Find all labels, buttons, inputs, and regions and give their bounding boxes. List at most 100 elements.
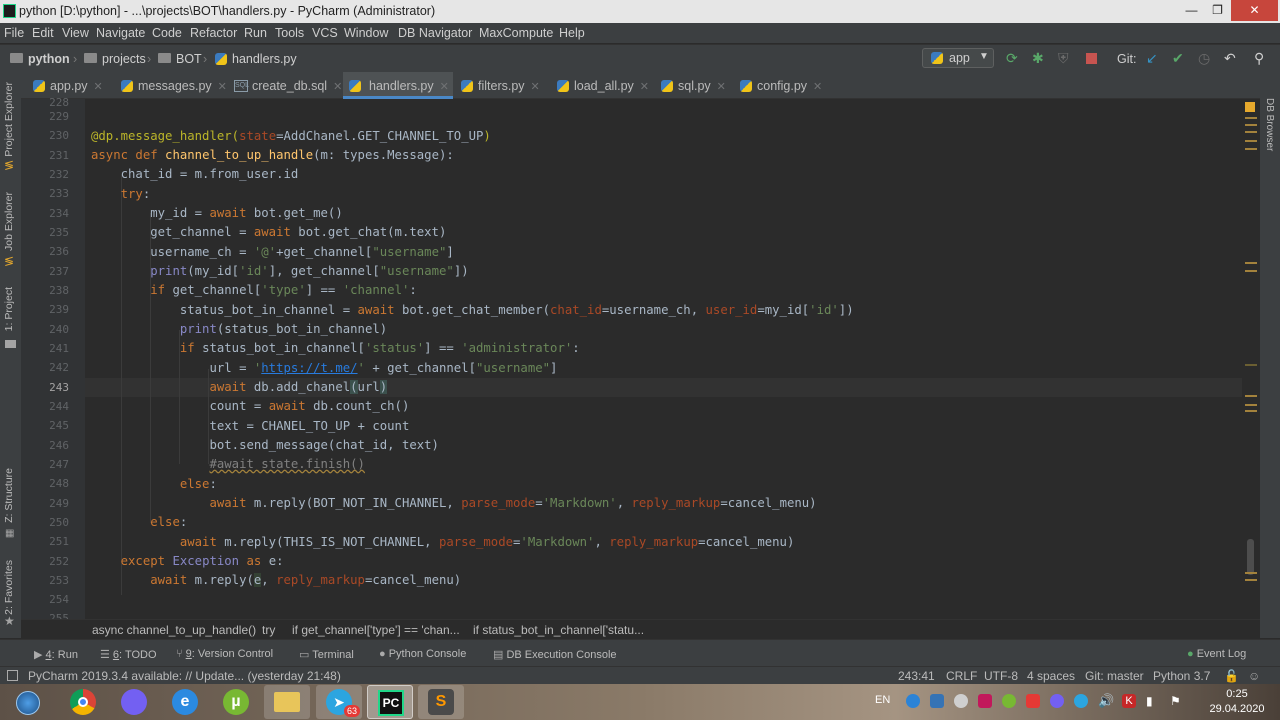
error-stripe-marker[interactable]	[1245, 579, 1257, 581]
network-icon[interactable]: ▮	[1146, 694, 1160, 708]
tool-favorites[interactable]: 2: Favorites	[3, 560, 15, 615]
menu-tools[interactable]: Tools	[275, 26, 304, 40]
tool-job-explorer[interactable]: Job Explorer	[3, 192, 15, 251]
pycharm-taskbar-icon[interactable]: PC	[367, 685, 413, 719]
tool-version-control[interactable]: ⑂ 9: Version Control	[176, 648, 273, 660]
tray-app-icon[interactable]	[930, 694, 944, 708]
scroll-thumb[interactable]	[1247, 539, 1254, 575]
close-icon[interactable]: ✕	[717, 81, 726, 93]
error-stripe-marker[interactable]	[1245, 572, 1257, 574]
sublime-taskbar-icon[interactable]: S	[418, 685, 464, 719]
breadcrumb-handlers-file[interactable]: handlers.py	[232, 52, 297, 66]
tab-config-py[interactable]: config.py ✕	[736, 72, 836, 99]
tab-create-db-sql[interactable]: SQL create_db.sql ✕	[231, 72, 349, 99]
menu-view[interactable]: View	[62, 26, 89, 40]
tool-run[interactable]: ▶ 4: Run	[34, 648, 78, 661]
close-icon[interactable]: ✕	[94, 81, 103, 93]
code-crumb-try[interactable]: try	[262, 623, 275, 637]
python-interpreter[interactable]: Python 3.7	[1153, 669, 1210, 683]
file-encoding[interactable]: UTF-8	[984, 669, 1018, 683]
git-history-icon[interactable]: ◷	[1198, 50, 1210, 66]
tab-app-py[interactable]: app.py ✕	[29, 72, 123, 99]
error-stripe-marker[interactable]	[1245, 131, 1257, 133]
error-stripe-marker[interactable]	[1245, 395, 1257, 397]
menu-edit[interactable]: Edit	[32, 26, 54, 40]
close-icon[interactable]: ✕	[531, 81, 540, 93]
error-stripe-marker[interactable]	[1245, 404, 1257, 406]
tool-python-console[interactable]: ● Python Console	[379, 648, 466, 660]
tab-handlers-py[interactable]: handlers.py ✕	[343, 72, 453, 99]
hide-tool-windows-icon[interactable]	[7, 670, 18, 681]
tool-project[interactable]: 1: Project	[3, 287, 15, 331]
menu-refactor[interactable]: Refactor	[190, 26, 237, 40]
code-crumb-if-status[interactable]: if status_bot_in_channel['statu...	[473, 623, 644, 637]
breadcrumb-projects[interactable]: projects	[102, 52, 146, 66]
git-rollback-icon[interactable]: ↶	[1224, 50, 1236, 66]
menu-window[interactable]: Window	[344, 26, 388, 40]
error-stripe-marker[interactable]	[1245, 364, 1257, 366]
tray-viber-icon[interactable]	[1050, 694, 1064, 708]
tray-antivirus-icon[interactable]: K	[1122, 694, 1136, 708]
line-separator[interactable]: CRLF	[946, 669, 977, 683]
close-icon[interactable]: ✕	[813, 81, 822, 93]
error-stripe-marker[interactable]	[1245, 148, 1257, 150]
code-crumb-function[interactable]: async channel_to_up_handle()	[92, 623, 256, 637]
tool-db-browser[interactable]: DB Browser	[1264, 98, 1275, 151]
maximize-button[interactable]: ❐	[1203, 0, 1232, 21]
menu-vcs[interactable]: VCS	[312, 26, 338, 40]
git-update-icon[interactable]: ↙	[1146, 50, 1158, 66]
error-stripe-marker[interactable]	[1245, 410, 1257, 412]
menu-code[interactable]: Code	[152, 26, 182, 40]
coverage-icon[interactable]: ⛨	[1058, 50, 1069, 66]
ie-taskbar-icon[interactable]: e	[162, 685, 208, 719]
menu-db-navigator[interactable]: DB Navigator	[398, 26, 472, 40]
minimize-button[interactable]: —	[1177, 0, 1206, 21]
tool-db-execution-console[interactable]: ▤ DB Execution Console	[493, 648, 617, 661]
close-icon[interactable]: ✕	[640, 81, 649, 93]
tab-sql-py[interactable]: sql.py ✕	[657, 72, 737, 99]
tray-app-icon[interactable]	[978, 694, 992, 708]
menu-run[interactable]: Run	[244, 26, 267, 40]
error-stripe-marker[interactable]	[1245, 124, 1257, 126]
tray-app-icon[interactable]	[1026, 694, 1040, 708]
telegram-taskbar-icon[interactable]: ➤ 63	[316, 685, 362, 719]
error-stripe-marker[interactable]	[1245, 262, 1257, 264]
close-icon[interactable]: ✕	[440, 81, 449, 93]
git-commit-icon[interactable]: ✔	[1172, 50, 1184, 66]
tool-terminal[interactable]: ▭ Terminal	[299, 648, 354, 661]
inspector-icon[interactable]: ☺	[1248, 669, 1260, 683]
status-message[interactable]: PyCharm 2019.3.4 available: // Update...…	[28, 669, 341, 683]
lock-icon[interactable]: 🔓	[1224, 669, 1239, 683]
tab-load-all-py[interactable]: load_all.py ✕	[553, 72, 661, 99]
tray-telegram-icon[interactable]	[1074, 694, 1088, 708]
menu-maxcompute[interactable]: MaxCompute	[479, 26, 553, 40]
tray-cloud-icon[interactable]	[954, 694, 968, 708]
debug-bug-icon[interactable]: ✱	[1032, 50, 1044, 66]
code-crumb-if-type[interactable]: if get_channel['type'] == 'chan...	[292, 623, 460, 637]
explorer-taskbar-icon[interactable]	[264, 685, 310, 719]
breadcrumb-bot[interactable]: BOT	[176, 52, 202, 66]
rerun-icon[interactable]: ⟳	[1006, 50, 1018, 66]
tray-utorrent-icon[interactable]	[1002, 694, 1016, 708]
menu-file[interactable]: File	[4, 26, 24, 40]
indent-setting[interactable]: 4 spaces	[1027, 669, 1075, 683]
inspection-warning-icon[interactable]	[1245, 102, 1255, 112]
tab-filters-py[interactable]: filters.py ✕	[457, 72, 561, 99]
menu-navigate[interactable]: Navigate	[96, 26, 145, 40]
tool-project-explorer[interactable]: Project Explorer	[3, 82, 15, 157]
error-stripe-marker[interactable]	[1245, 140, 1257, 142]
breadcrumb-python[interactable]: python	[28, 52, 70, 66]
viber-taskbar-icon[interactable]	[111, 685, 157, 719]
close-icon[interactable]: ✕	[218, 81, 227, 93]
close-window-button[interactable]: ✕	[1231, 0, 1278, 21]
utorrent-taskbar-icon[interactable]: µ	[213, 685, 259, 719]
caret-position[interactable]: 243:41	[898, 669, 935, 683]
stop-icon[interactable]	[1086, 53, 1097, 64]
tab-messages-py[interactable]: messages.py ✕	[117, 72, 233, 99]
editor-scrollbar[interactable]	[1242, 99, 1260, 619]
menu-help[interactable]: Help	[559, 26, 585, 40]
volume-icon[interactable]: 🔊	[1098, 694, 1114, 708]
git-branch[interactable]: Git: master	[1085, 669, 1144, 683]
system-clock[interactable]: 0:25 29.04.2020	[1196, 687, 1278, 717]
error-stripe-marker[interactable]	[1245, 117, 1257, 119]
